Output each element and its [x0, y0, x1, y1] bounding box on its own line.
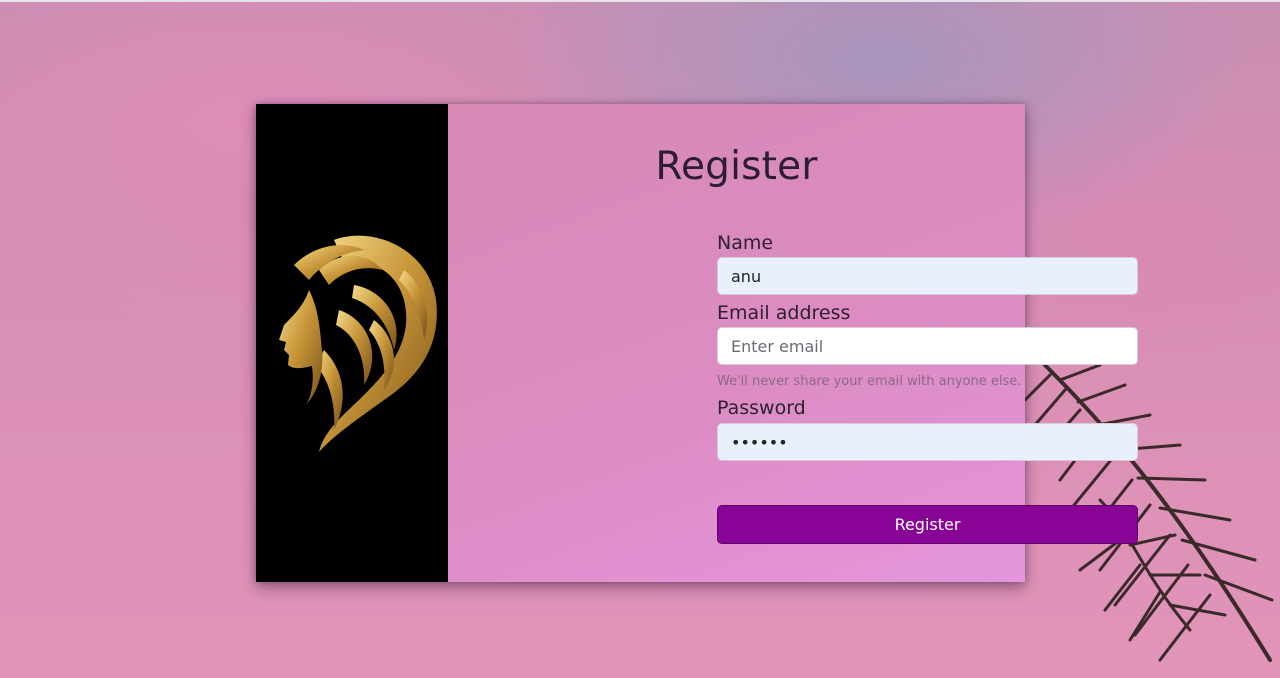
register-card: Register Name Email address We'll never … [256, 104, 1138, 582]
brand-panel [256, 104, 448, 582]
form-panel: Register Name Email address We'll never … [448, 104, 1138, 582]
email-help-text: We'll never share your email with anyone… [717, 374, 1022, 389]
woman-hair-logo-icon [279, 235, 437, 452]
password-label: Password [717, 397, 806, 419]
email-field[interactable] [717, 327, 1138, 365]
page-title: Register [655, 144, 818, 189]
top-divider [0, 0, 1280, 2]
name-label: Name [717, 232, 774, 254]
register-button[interactable]: Register [717, 505, 1138, 544]
page-background: Register Name Email address We'll never … [0, 0, 1280, 678]
password-field[interactable] [717, 423, 1138, 461]
palm-leaf-decoration [1023, 348, 1274, 662]
name-field[interactable] [717, 257, 1138, 295]
email-label: Email address [717, 302, 851, 324]
